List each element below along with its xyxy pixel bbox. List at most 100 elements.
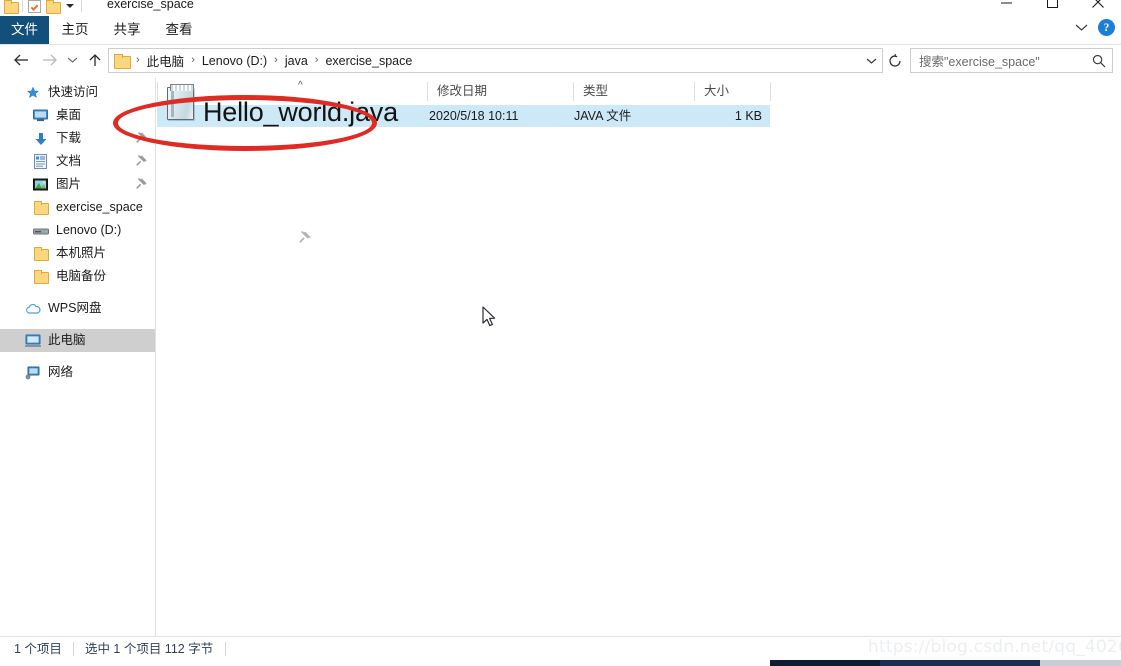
column-divider[interactable]: [770, 82, 771, 101]
address-bar[interactable]: › 此电脑 › Lenovo (D:) › java › exercise_sp…: [108, 48, 883, 73]
folder-icon[interactable]: [4, 0, 19, 14]
breadcrumb-item-exercise-space[interactable]: exercise_space: [323, 54, 414, 68]
divider: [72, 642, 74, 656]
forward-button[interactable]: [36, 47, 62, 73]
sidebar-item-label: 本机照片: [56, 246, 107, 260]
tab-home[interactable]: 主页: [49, 16, 101, 44]
navigation-pane: 快速访问 桌面 下载 文档 图片 exercise_space Lenovo (…: [0, 78, 156, 636]
window-title: exercise_space: [107, 0, 194, 11]
pin-icon[interactable]: [136, 178, 147, 189]
download-icon: [32, 130, 49, 147]
star-icon: [24, 84, 41, 101]
refresh-button[interactable]: [884, 48, 906, 73]
divider: [225, 642, 227, 656]
sidebar-item-wps-cloud[interactable]: WPS网盘: [0, 297, 155, 320]
sidebar-item-label: 电脑备份: [56, 269, 107, 283]
search-input[interactable]: 搜索"exercise_space": [911, 51, 1086, 70]
sidebar-item-network[interactable]: 网络: [0, 361, 155, 384]
sidebar-item-lenovo-d[interactable]: Lenovo (D:): [0, 219, 155, 242]
address-bar-row: › 此电脑 › Lenovo (D:) › java › exercise_sp…: [0, 45, 1121, 77]
desktop-icon: [32, 107, 49, 124]
maximize-icon[interactable]: [1029, 0, 1075, 16]
sidebar-item-label: 下载: [56, 131, 82, 145]
sidebar-item-downloads[interactable]: 下载: [0, 127, 155, 150]
file-size-cell: 1 KB: [734, 109, 762, 123]
column-header-label: 修改日期: [437, 84, 488, 98]
search-box[interactable]: 搜索"exercise_space": [910, 48, 1113, 73]
folder-icon: [32, 199, 49, 216]
sidebar-item-pictures[interactable]: 图片: [0, 173, 155, 196]
watermark-text: https://blog.csdn.net/qq_4026: [868, 637, 1121, 657]
pictures-icon: [32, 176, 49, 193]
sidebar-item-label: 快速访问: [48, 85, 99, 99]
sidebar-item-label: 网络: [48, 365, 74, 379]
breadcrumb-item-lenovo-d[interactable]: Lenovo (D:): [200, 54, 269, 68]
recent-locations-button[interactable]: [62, 47, 82, 73]
close-icon[interactable]: [1075, 0, 1121, 16]
tab-share[interactable]: 共享: [101, 16, 153, 44]
table-row[interactable]: Hello_world.java 2020/5/18 10:11 JAVA 文件…: [157, 84, 770, 127]
document-icon: [32, 153, 49, 170]
column-header-size[interactable]: 大小: [695, 78, 770, 105]
sidebar-item-pc-backup[interactable]: 电脑备份: [0, 265, 155, 288]
column-header-label: 大小: [704, 84, 730, 98]
sidebar-item-documents[interactable]: 文档: [0, 150, 155, 173]
sidebar-item-label: 图片: [56, 177, 82, 191]
java-file-icon: [167, 84, 197, 125]
properties-checkbox-icon[interactable]: [28, 0, 41, 13]
taskbar-segment: [770, 660, 880, 666]
chevron-down-icon[interactable]: [1074, 21, 1088, 35]
sidebar-item-label: WPS网盘: [48, 301, 102, 315]
sidebar-item-this-pc[interactable]: 此电脑: [0, 329, 155, 352]
sidebar-item-exercise-space[interactable]: exercise_space: [0, 196, 155, 219]
search-icon[interactable]: [1086, 54, 1112, 68]
breadcrumb-folder-icon[interactable]: [114, 54, 131, 69]
file-explorer-window: exercise_space 文件 主页 共享 查看 ? › 此电脑 › Len…: [0, 0, 1121, 666]
explorer-content: 快速访问 桌面 下载 文档 图片 exercise_space Lenovo (…: [0, 78, 1121, 636]
sidebar-item-local-photos[interactable]: 本机照片: [0, 242, 155, 265]
network-icon: [24, 364, 41, 381]
taskbar-segment: [1040, 660, 1121, 666]
selection-info-label: 选中 1 个项目 112 字节: [84, 642, 214, 656]
sidebar-item-label: 文档: [56, 154, 82, 168]
breadcrumb-separator[interactable]: ›: [310, 55, 324, 66]
taskbar-segment: [880, 660, 1040, 666]
new-folder-icon[interactable]: [46, 0, 61, 14]
breadcrumb-item-this-pc[interactable]: 此电脑: [145, 51, 187, 70]
breadcrumb-item-java[interactable]: java: [283, 54, 310, 68]
ribbon-right-controls: ?: [1074, 19, 1115, 36]
status-left-group: 1 个项目 选中 1 个项目 112 字节: [14, 637, 227, 661]
sidebar-item-quick-access[interactable]: 快速访问: [0, 81, 155, 104]
minimize-icon[interactable]: [983, 0, 1029, 16]
folder-icon: [32, 245, 49, 262]
file-name-label[interactable]: Hello_world.java: [203, 97, 398, 128]
tab-view[interactable]: 查看: [153, 16, 205, 44]
up-button[interactable]: [82, 47, 108, 73]
sidebar-item-label: Lenovo (D:): [56, 223, 122, 237]
help-button[interactable]: ?: [1098, 19, 1115, 36]
tab-file[interactable]: 文件: [0, 16, 49, 44]
pin-icon[interactable]: [136, 155, 147, 166]
breadcrumb-separator[interactable]: ›: [131, 55, 145, 66]
file-date-cell: 2020/5/18 10:11: [429, 109, 519, 123]
ribbon-tabs: 文件 主页 共享 查看: [0, 16, 205, 44]
breadcrumb-separator[interactable]: ›: [269, 55, 283, 66]
item-count-label: 1 个项目: [14, 642, 62, 656]
sidebar-item-label: 桌面: [56, 108, 82, 122]
breadcrumb: › 此电脑 › Lenovo (D:) › java › exercise_sp…: [109, 49, 860, 72]
back-button[interactable]: [8, 47, 34, 73]
sidebar-item-desktop[interactable]: 桌面: [0, 104, 155, 127]
customize-caret-icon[interactable]: [66, 4, 74, 8]
column-header-type[interactable]: 类型: [574, 78, 694, 105]
pin-icon[interactable]: [136, 132, 147, 143]
file-type-cell: JAVA 文件: [574, 109, 632, 123]
drive-icon: [32, 222, 49, 239]
this-pc-icon: [24, 332, 41, 349]
cloud-icon: [24, 300, 41, 317]
column-header-date[interactable]: 修改日期: [428, 78, 573, 105]
address-dropdown-icon[interactable]: [860, 49, 882, 72]
breadcrumb-separator[interactable]: ›: [186, 55, 200, 66]
